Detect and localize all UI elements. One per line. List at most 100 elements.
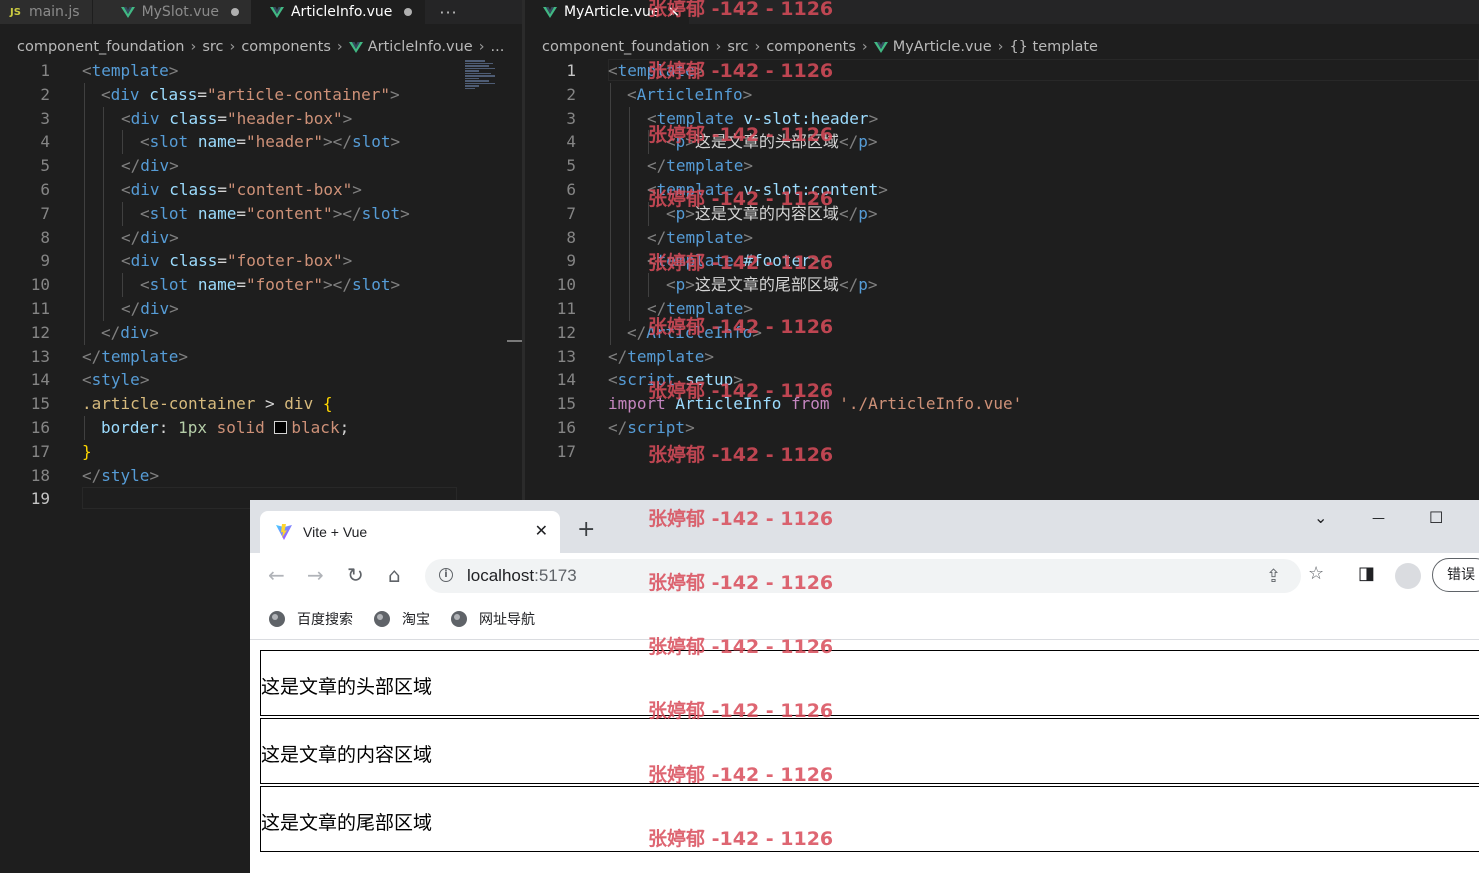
line-number: 1 (566, 61, 576, 80)
vue-file-icon (269, 6, 284, 18)
line-number: 12 (556, 322, 576, 342)
close-icon[interactable]: ✕ (668, 3, 681, 21)
line-number: 2 (40, 84, 50, 104)
profile-avatar-icon[interactable] (1395, 563, 1421, 589)
breadcrumb-item[interactable]: src (727, 39, 748, 55)
unsaved-dot-icon[interactable] (404, 8, 413, 16)
chevron-right-icon: › (754, 39, 761, 55)
tab-search-dropdown-icon[interactable]: ⌄ (1314, 508, 1327, 527)
code-line: 15 import ArticleInfo from './ArticleInfo… (525, 392, 1479, 416)
breadcrumb: component_foundation › src › components › M… (525, 36, 1479, 58)
bookmark-star-icon[interactable]: ☆ (1308, 563, 1324, 584)
vue-file-icon (120, 6, 135, 18)
line-number: 19 (30, 489, 50, 509)
error-button[interactable]: 错误 (1432, 558, 1479, 592)
browser-tab-vite-vue[interactable]: Vite + Vue ✕ (260, 511, 560, 553)
tab-label: MySlot.vue (141, 4, 219, 20)
code-line: 14 <script setup> (525, 368, 1479, 392)
line-number: 6 (40, 179, 50, 199)
maximize-button[interactable]: ☐ (1429, 508, 1443, 527)
code-line: 10 <p>这是文章的尾部区域</p> (525, 273, 1479, 297)
line-number: 3 (40, 108, 50, 128)
url-text: localhost:5173 (467, 566, 577, 585)
code-editor[interactable]: 1 <template> 2 <ArticleInfo> 3 <template v-… (525, 59, 1479, 464)
footer-box: 这是文章的尾部区域 (260, 786, 1479, 852)
code-line: 6 <template v-slot:content> (525, 177, 1479, 202)
bookmark-nav[interactable]: 网址导航 (451, 609, 535, 629)
globe-icon (374, 611, 390, 627)
line-number: 2 (566, 84, 576, 104)
side-panel-icon[interactable]: ◨ (1358, 563, 1375, 584)
breadcrumb-item[interactable]: ArticleInfo.vue (368, 39, 473, 55)
close-tab-icon[interactable]: ✕ (535, 521, 548, 540)
bookmark-taobao[interactable]: 淘宝 (374, 609, 430, 629)
tab-myslot-vue[interactable]: MySlot.vue (92, 0, 252, 24)
line-number: 18 (30, 465, 50, 485)
code-line: 16 </script> (525, 416, 1479, 440)
chevron-right-icon: › (336, 39, 343, 55)
bookmark-baidu[interactable]: 百度搜索 (269, 609, 353, 629)
more-actions-icon[interactable]: ··· (425, 0, 471, 24)
code-editor[interactable]: 1 <template> 2 <div class="article-contain… (0, 59, 522, 511)
browser-window: Vite + Vue ✕ + ⌄ — ☐ ← → ↻ ⌂ i localhost… (250, 500, 1479, 873)
color-swatch-icon[interactable] (274, 420, 288, 434)
line-number: 15 (556, 394, 576, 414)
code-line: 18 </style> (0, 464, 522, 488)
line-number: 8 (566, 227, 576, 247)
code-line: 15 .article-container > div { (0, 392, 522, 416)
breadcrumb-item[interactable]: src (202, 39, 223, 55)
breadcrumb-item[interactable]: components (241, 39, 331, 55)
share-icon[interactable]: ⇪ (1266, 566, 1281, 587)
new-tab-button[interactable]: + (577, 517, 595, 542)
line-number: 12 (30, 322, 50, 342)
code-line: 11 </div> (0, 296, 522, 321)
line-number: 1 (40, 61, 50, 80)
code-line: 16 border: 1px solid black; (0, 415, 522, 440)
back-arrow-icon[interactable]: ← (268, 563, 285, 587)
breadcrumb-item[interactable]: MyArticle.vue (893, 39, 992, 55)
code-line: 14 <style> (0, 368, 522, 392)
forward-arrow-icon[interactable]: → (307, 563, 324, 587)
tab-main-js[interactable]: JS main.js (0, 0, 93, 24)
scrollbar-marker[interactable] (507, 340, 522, 342)
code-line: 7 <p>这是文章的内容区域</p> (525, 201, 1479, 226)
code-line: 13 </template> (525, 345, 1479, 369)
code-line: 8 </div> (0, 225, 522, 250)
code-line: 13 </template> (0, 345, 522, 369)
footer-text: 这是文章的尾部区域 (261, 812, 433, 834)
tab-articleinfo-vue[interactable]: ArticleInfo.vue (251, 0, 426, 24)
unsaved-dot-icon[interactable] (230, 8, 239, 16)
breadcrumb-item[interactable]: components (766, 39, 856, 55)
tab-myarticle-vue[interactable]: MyArticle.vue ✕ (525, 0, 690, 24)
line-number: 14 (556, 370, 576, 390)
minimize-button[interactable]: — (1372, 511, 1385, 526)
browser-tab-title: Vite + Vue (303, 524, 368, 540)
right-tabbar: MyArticle.vue ✕ (525, 0, 1479, 24)
code-line: 9 <div class="footer-box"> (0, 249, 522, 274)
line-number: 3 (566, 108, 576, 128)
code-line: 8 </template> (525, 225, 1479, 250)
code-line: 9 <template #footer> (525, 249, 1479, 274)
chevron-right-icon: › (190, 39, 197, 55)
minimap[interactable] (465, 60, 499, 96)
site-info-icon[interactable]: i (439, 568, 453, 582)
vue-file-icon (543, 6, 557, 18)
chevron-right-icon: › (478, 39, 485, 55)
header-box: 这是文章的头部区域 (260, 650, 1479, 716)
code-line: 10 <slot name="footer"></slot> (0, 273, 522, 297)
breadcrumb-item[interactable]: ... (491, 39, 505, 55)
home-icon[interactable]: ⌂ (388, 563, 401, 587)
breadcrumb-item[interactable]: component_foundation (17, 39, 185, 55)
line-number: 13 (556, 346, 576, 366)
breadcrumb-item[interactable]: component_foundation (542, 39, 710, 55)
tab-label: MyArticle.vue (564, 4, 660, 20)
chevron-right-icon: › (715, 39, 722, 55)
breadcrumb-item[interactable]: {} template (1009, 39, 1098, 55)
bookmarks-bar: 百度搜索 淘宝 网址导航 (250, 599, 1479, 640)
code-line: 3 <template v-slot:header> (525, 106, 1479, 131)
line-number: 14 (30, 370, 50, 390)
code-line: 11 </template> (525, 296, 1479, 321)
reload-icon[interactable]: ↻ (347, 563, 364, 587)
address-bar[interactable]: i localhost:5173 ⇪ (425, 559, 1301, 593)
tab-label: main.js (28, 4, 80, 20)
